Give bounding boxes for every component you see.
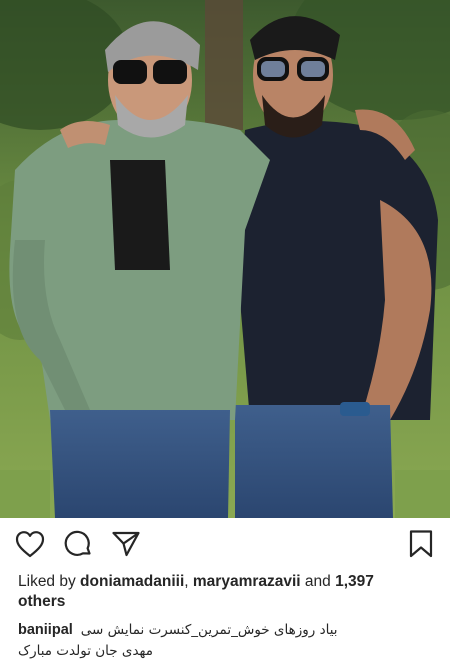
caption-text-line2: مهدی جان تولدت مبارک [18,643,154,659]
share-button[interactable] [110,528,142,560]
bookmark-outline-icon [409,530,433,558]
post-photo[interactable] [0,0,450,518]
liker-username-1[interactable]: doniamadaniii [80,573,184,590]
like-button[interactable] [14,528,46,560]
photo-illustration [0,0,450,518]
paper-plane-icon [112,531,140,557]
likes-prefix: Liked by [18,573,81,590]
liker-username-2[interactable]: maryamrazavii [193,573,301,590]
caption-username[interactable]: banii‌pal [18,620,73,641]
likes-and-text: and [300,573,336,590]
action-bar [0,518,450,570]
instagram-post: Liked by doniamadaniii, maryamrazavii an… [0,0,450,668]
save-button[interactable] [405,528,437,560]
likes-count[interactable]: 1,397 [335,573,374,590]
comment-button[interactable] [62,528,94,560]
comment-bubble-icon [64,530,91,556]
likes-others[interactable]: others [18,593,65,610]
likes-separator: , [184,573,193,590]
heart-outline-icon [15,531,45,558]
caption-text-line1: بیاد روزهای خوش_تمرین_کنسرت نمایش سی [80,622,338,638]
post-caption: banii‌pal بیاد روزهای خوش_تمرین_کنسرت نم… [18,620,438,662]
likes-summary: Liked by doniamadaniii, maryamrazavii an… [18,572,438,612]
